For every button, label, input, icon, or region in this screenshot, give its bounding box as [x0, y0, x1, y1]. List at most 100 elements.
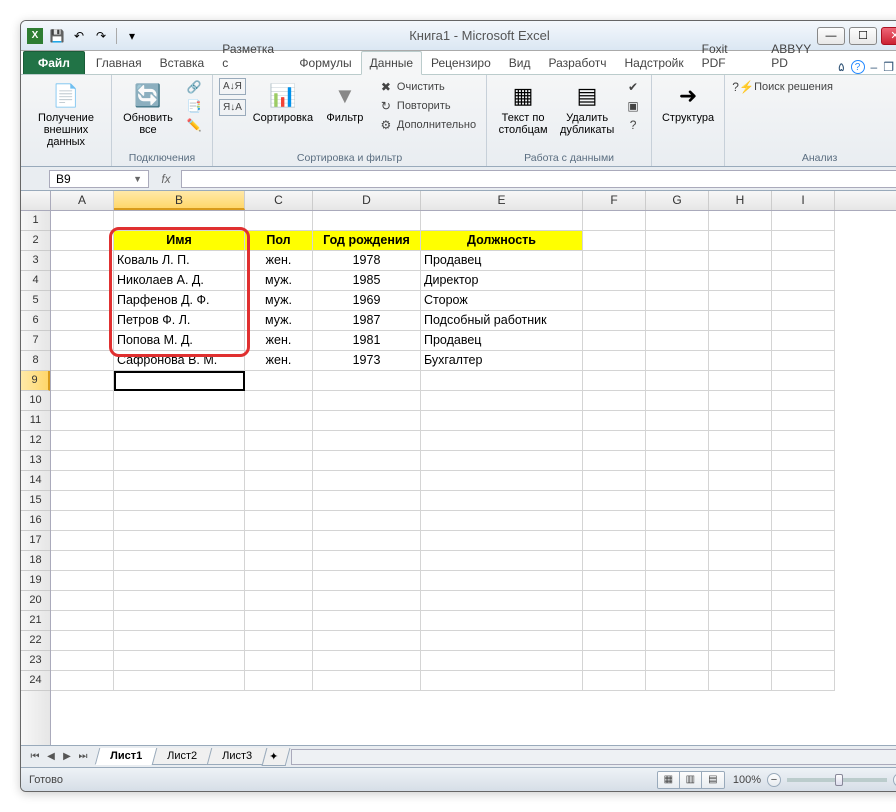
cell-H12[interactable]	[709, 431, 772, 451]
cell-F8[interactable]	[583, 351, 646, 371]
cell-H10[interactable]	[709, 391, 772, 411]
cell-A13[interactable]	[51, 451, 114, 471]
cell-B2[interactable]: Имя	[114, 231, 245, 251]
row-header-5[interactable]: 5	[21, 291, 50, 311]
sheet-tab-2[interactable]: Лист2	[152, 748, 213, 765]
cell-G5[interactable]	[646, 291, 709, 311]
cell-B17[interactable]	[114, 531, 245, 551]
col-header-D[interactable]: D	[313, 191, 421, 210]
col-header-E[interactable]: E	[421, 191, 583, 210]
cell-B18[interactable]	[114, 551, 245, 571]
cell-I1[interactable]	[772, 211, 835, 231]
cell-D9[interactable]	[313, 371, 421, 391]
col-header-C[interactable]: C	[245, 191, 313, 210]
cell-I10[interactable]	[772, 391, 835, 411]
cell-D1[interactable]	[313, 211, 421, 231]
cell-F24[interactable]	[583, 671, 646, 691]
cell-G9[interactable]	[646, 371, 709, 391]
cell-E6[interactable]: Подсобный работник	[421, 311, 583, 331]
row-header-1[interactable]: 1	[21, 211, 50, 231]
help-icon[interactable]: ?	[851, 60, 865, 74]
zoom-slider[interactable]	[787, 778, 887, 782]
cell-F11[interactable]	[583, 411, 646, 431]
cell-B13[interactable]	[114, 451, 245, 471]
cell-E7[interactable]: Продавец	[421, 331, 583, 351]
cell-A22[interactable]	[51, 631, 114, 651]
cell-H21[interactable]	[709, 611, 772, 631]
cell-E24[interactable]	[421, 671, 583, 691]
cell-F1[interactable]	[583, 211, 646, 231]
row-header-20[interactable]: 20	[21, 591, 50, 611]
cell-I12[interactable]	[772, 431, 835, 451]
tab-home[interactable]: Главная	[87, 51, 151, 74]
cell-E10[interactable]	[421, 391, 583, 411]
cell-G15[interactable]	[646, 491, 709, 511]
cell-G16[interactable]	[646, 511, 709, 531]
zoom-thumb[interactable]	[835, 774, 843, 786]
cell-D14[interactable]	[313, 471, 421, 491]
cell-A17[interactable]	[51, 531, 114, 551]
refresh-all-button[interactable]: 🔄 Обновить все	[118, 78, 178, 138]
cell-D17[interactable]	[313, 531, 421, 551]
cell-B3[interactable]: Коваль Л. П.	[114, 251, 245, 271]
cell-I11[interactable]	[772, 411, 835, 431]
cell-E3[interactable]: Продавец	[421, 251, 583, 271]
cell-F21[interactable]	[583, 611, 646, 631]
redo-button[interactable]: ↷	[91, 26, 111, 46]
cell-G4[interactable]	[646, 271, 709, 291]
cell-H14[interactable]	[709, 471, 772, 491]
sheet-tab-new[interactable]: ✦	[262, 748, 291, 766]
cell-A5[interactable]	[51, 291, 114, 311]
cell-F4[interactable]	[583, 271, 646, 291]
cell-D6[interactable]: 1987	[313, 311, 421, 331]
cell-G10[interactable]	[646, 391, 709, 411]
cell-G11[interactable]	[646, 411, 709, 431]
outline-button[interactable]: ➜ Структура	[658, 78, 718, 126]
row-header-19[interactable]: 19	[21, 571, 50, 591]
cell-I16[interactable]	[772, 511, 835, 531]
cell-H19[interactable]	[709, 571, 772, 591]
row-header-11[interactable]: 11	[21, 411, 50, 431]
row-header-12[interactable]: 12	[21, 431, 50, 451]
cell-A20[interactable]	[51, 591, 114, 611]
connections-button[interactable]: 🔗	[182, 78, 206, 96]
cell-A18[interactable]	[51, 551, 114, 571]
cell-B1[interactable]	[114, 211, 245, 231]
cell-A6[interactable]	[51, 311, 114, 331]
row-header-10[interactable]: 10	[21, 391, 50, 411]
cell-G2[interactable]	[646, 231, 709, 251]
cell-A3[interactable]	[51, 251, 114, 271]
cell-I24[interactable]	[772, 671, 835, 691]
solver-button[interactable]: ?⚡Поиск решения	[731, 78, 837, 96]
cell-I13[interactable]	[772, 451, 835, 471]
cell-I6[interactable]	[772, 311, 835, 331]
cell-E21[interactable]	[421, 611, 583, 631]
cell-H20[interactable]	[709, 591, 772, 611]
cell-G17[interactable]	[646, 531, 709, 551]
cell-E1[interactable]	[421, 211, 583, 231]
cell-A12[interactable]	[51, 431, 114, 451]
cell-D23[interactable]	[313, 651, 421, 671]
tab-pagelayout[interactable]: Разметка с	[213, 37, 290, 74]
properties-button[interactable]: 📑	[182, 97, 206, 115]
cell-B12[interactable]	[114, 431, 245, 451]
cell-H5[interactable]	[709, 291, 772, 311]
cell-C22[interactable]	[245, 631, 313, 651]
cell-D11[interactable]	[313, 411, 421, 431]
cell-A23[interactable]	[51, 651, 114, 671]
cell-D2[interactable]: Год рождения	[313, 231, 421, 251]
cell-C18[interactable]	[245, 551, 313, 571]
cell-F19[interactable]	[583, 571, 646, 591]
formula-input[interactable]	[181, 170, 896, 188]
cell-E11[interactable]	[421, 411, 583, 431]
cell-G18[interactable]	[646, 551, 709, 571]
view-normal[interactable]: ▦	[658, 772, 680, 788]
cell-A2[interactable]	[51, 231, 114, 251]
cell-F18[interactable]	[583, 551, 646, 571]
cell-B9[interactable]	[114, 371, 245, 391]
namebox-dropdown-icon[interactable]: ▼	[133, 174, 142, 184]
sort-desc-button[interactable]: Я↓А	[219, 99, 246, 116]
select-all-corner[interactable]	[21, 191, 51, 210]
cell-C5[interactable]: муж.	[245, 291, 313, 311]
cell-A11[interactable]	[51, 411, 114, 431]
